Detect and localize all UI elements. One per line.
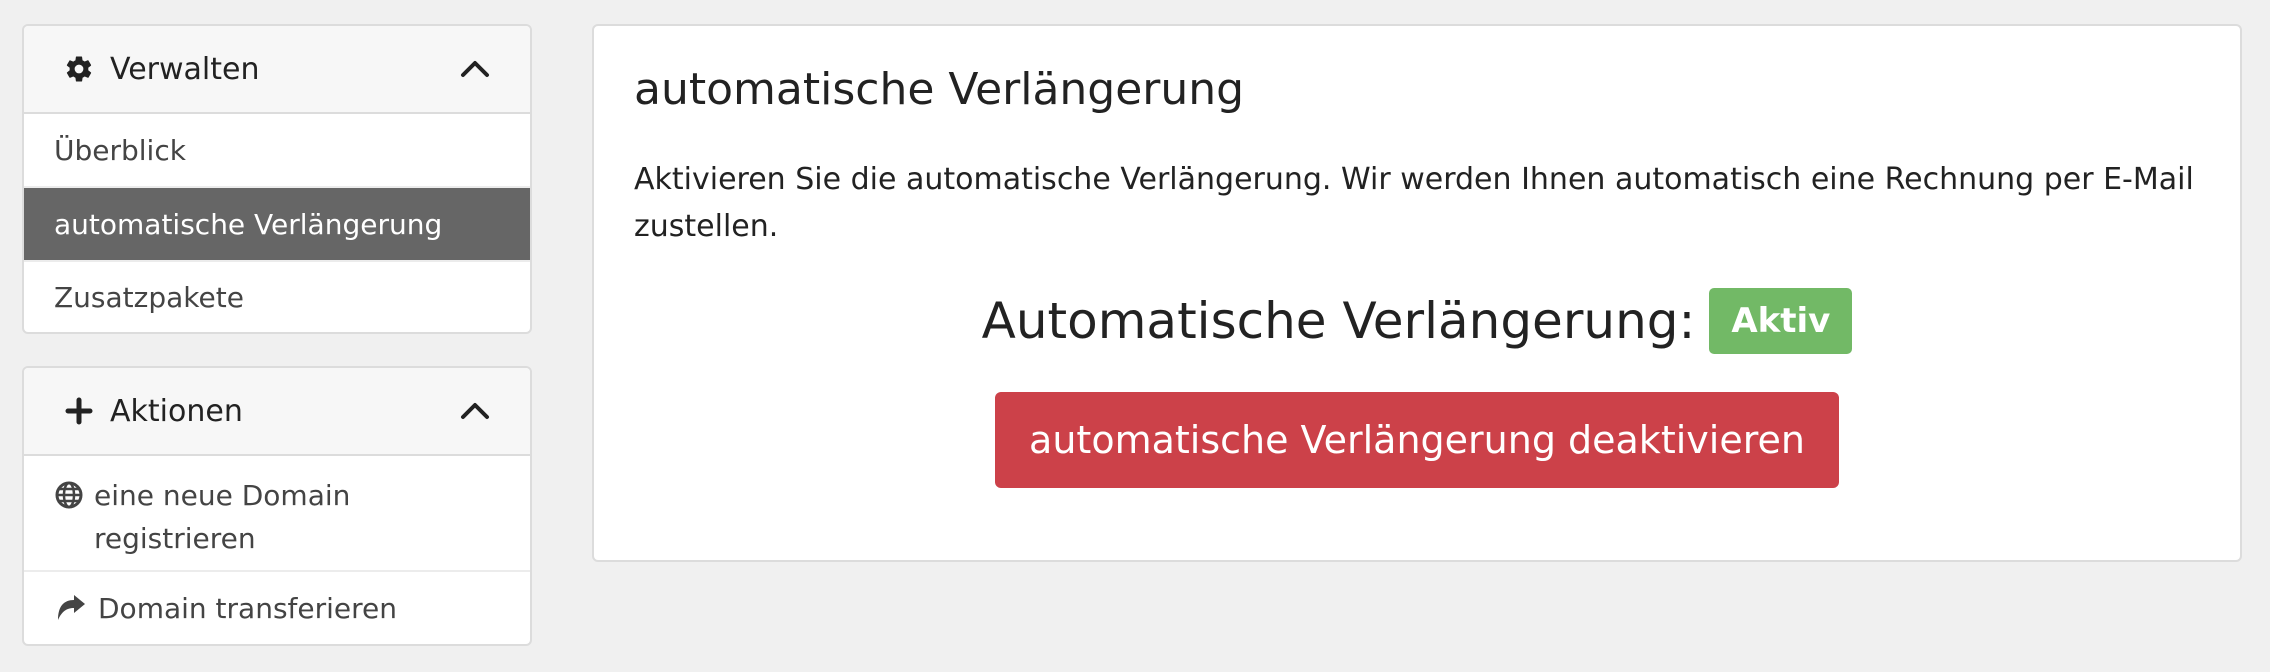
sidebar-item-auto-renewal[interactable]: automatische Verlängerung [24, 188, 530, 262]
manage-panel: Verwalten Überblick automatische Verläng… [22, 24, 532, 334]
register-domain-link[interactable]: eine neue Domain registrieren [24, 456, 530, 572]
sidebar-item-label: Zusatzpakete [54, 280, 244, 314]
actions-panel-header[interactable]: Aktionen [24, 368, 530, 456]
chevron-up-icon[interactable] [458, 52, 492, 86]
transfer-domain-label: Domain transferieren [98, 591, 398, 625]
gear-icon [62, 52, 96, 86]
page-title: automatische Verlängerung [634, 64, 1245, 115]
status-label: Automatische Verlängerung: [981, 292, 1696, 350]
actions-panel: Aktionen eine neue Domain registrieren D… [22, 366, 532, 646]
sidebar-item-label: Überblick [54, 133, 186, 167]
status-badge: Aktiv [1709, 288, 1853, 354]
sidebar-item-label: automatische Verlängerung [54, 207, 443, 241]
sidebar-item-addons[interactable]: Zusatzpakete [24, 262, 530, 332]
register-domain-label: eine neue Domain registrieren [94, 479, 351, 555]
sidebar-item-overview[interactable]: Überblick [24, 114, 530, 188]
transfer-domain-link[interactable]: Domain transferieren [24, 572, 530, 644]
manage-panel-title: Verwalten [110, 51, 260, 87]
button-wrapper: automatische Verlängerung deaktivieren [594, 392, 2240, 488]
actions-panel-title: Aktionen [110, 393, 243, 429]
page-description: Aktivieren Sie die automatische Verlänge… [634, 162, 2194, 244]
share-arrow-icon [54, 594, 88, 622]
globe-icon [54, 474, 84, 510]
manage-panel-header[interactable]: Verwalten [24, 26, 530, 114]
chevron-up-icon[interactable] [458, 394, 492, 428]
plus-icon [62, 394, 96, 428]
auto-renewal-panel: automatische Verlängerung Aktivieren Sie… [592, 24, 2242, 562]
deactivate-auto-renewal-button[interactable]: automatische Verlängerung deaktivieren [995, 392, 1839, 488]
status-row: Automatische Verlängerung: Aktiv [594, 288, 2240, 354]
